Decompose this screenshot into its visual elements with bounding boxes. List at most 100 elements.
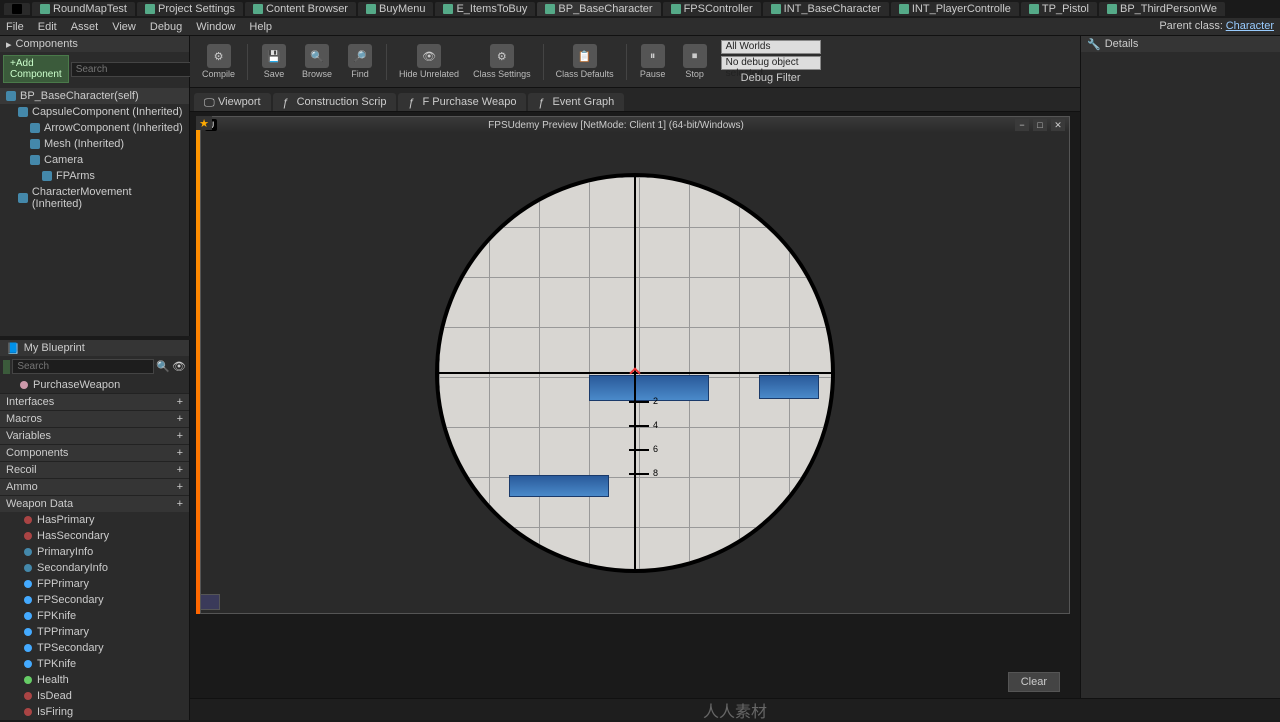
worlds-dropdown[interactable]: All Worlds — [721, 40, 821, 54]
menu-window[interactable]: Window — [196, 21, 235, 33]
component-item[interactable]: CapsuleComponent (Inherited) — [0, 104, 189, 120]
component-root[interactable]: BP_BaseCharacter(self) — [0, 88, 189, 104]
variable-item[interactable]: FPSecondary — [0, 592, 189, 608]
asset-tab[interactable]: BuyMenu — [358, 2, 433, 16]
asset-icon — [253, 4, 263, 14]
section-header[interactable]: Weapon Data+ — [0, 495, 189, 512]
variable-item[interactable]: PrimaryInfo — [0, 544, 189, 560]
blueprint-search[interactable] — [12, 359, 154, 374]
variable-item[interactable]: HasPrimary — [0, 512, 189, 528]
hide-unrelated-button[interactable]: 👁Hide Unrelated — [393, 42, 465, 81]
asset-tabs: RoundMapTestProject SettingsContent Brow… — [0, 0, 1280, 18]
variable-item[interactable]: Health — [0, 672, 189, 688]
editor-tab[interactable]: ƒEvent Graph — [528, 93, 624, 111]
editor-tab[interactable]: ƒConstruction Scrip — [273, 93, 397, 111]
add-icon[interactable]: + — [177, 464, 183, 476]
asset-tab[interactable]: BP_ThirdPersonWe — [1099, 2, 1225, 16]
section-header[interactable]: Variables+ — [0, 427, 189, 444]
ue-logo-tab[interactable] — [4, 3, 30, 15]
components-header[interactable]: ▸ Components — [0, 36, 189, 52]
section-header[interactable]: Macros+ — [0, 410, 189, 427]
preview-titlebar[interactable]: U FPSUdemy Preview [NetMode: Client 1] (… — [201, 117, 1069, 133]
class-settings-button[interactable]: ⚙Class Settings — [467, 42, 537, 81]
variable-item[interactable]: SecondaryInfo — [0, 560, 189, 576]
eye-icon[interactable]: 👁 — [172, 360, 186, 373]
stop-button[interactable]: ⏹Stop — [675, 42, 715, 81]
function-label: PurchaseWeapon — [33, 379, 120, 391]
menubar: File Edit Asset View Debug Window Help — [0, 18, 1280, 36]
browse-button[interactable]: 🔍Browse — [296, 42, 338, 81]
add-icon[interactable]: + — [177, 413, 183, 425]
component-item[interactable]: Camera — [0, 152, 189, 168]
asset-tab[interactable]: TP_Pistol — [1021, 2, 1097, 16]
maximize-button[interactable]: □ — [1033, 119, 1047, 131]
component-item[interactable]: FPArms — [0, 168, 189, 184]
variable-item[interactable]: TPPrimary — [0, 624, 189, 640]
asset-tab[interactable]: FPSController — [663, 2, 761, 16]
output-log-icon[interactable] — [200, 594, 220, 610]
editor-tab[interactable]: ƒF Purchase Weapo — [398, 93, 526, 111]
variable-item[interactable]: IsDead — [0, 688, 189, 704]
find-icon: 🔎 — [348, 44, 372, 68]
menu-asset[interactable]: Asset — [71, 21, 99, 33]
asset-tab[interactable]: INT_BaseCharacter — [763, 2, 889, 16]
section-header[interactable]: Components+ — [0, 444, 189, 461]
pause-button[interactable]: ⏸Pause — [633, 42, 673, 81]
variable-item[interactable]: IsFiring — [0, 704, 189, 720]
component-item[interactable]: Mesh (Inherited) — [0, 136, 189, 152]
class-defaults-icon: 📋 — [573, 44, 597, 68]
component-label: Mesh (Inherited) — [44, 138, 124, 150]
class-defaults-button[interactable]: 📋Class Defaults — [550, 42, 620, 81]
asset-tab[interactable]: RoundMapTest — [32, 2, 135, 16]
variable-item[interactable]: TPKnife — [0, 656, 189, 672]
minimize-button[interactable]: − — [1015, 119, 1029, 131]
add-new-button[interactable] — [3, 360, 10, 374]
game-viewport[interactable]: 2468 — [201, 133, 1069, 613]
add-icon[interactable]: + — [177, 481, 183, 493]
editor-tab[interactable]: 🖵Viewport — [194, 93, 271, 111]
component-icon — [30, 155, 40, 165]
menu-edit[interactable]: Edit — [38, 21, 57, 33]
variable-item[interactable]: TPSecondary — [0, 640, 189, 656]
section-header[interactable]: Recoil+ — [0, 461, 189, 478]
find-button[interactable]: 🔎Find — [340, 42, 380, 81]
asset-tab[interactable]: Content Browser — [245, 2, 356, 16]
my-blueprint-header[interactable]: 📘 My Blueprint — [0, 340, 189, 356]
variable-item[interactable]: FPKnife — [0, 608, 189, 624]
component-label: ArrowComponent (Inherited) — [44, 122, 183, 134]
save-button[interactable]: 💾Save — [254, 42, 294, 81]
section-header[interactable]: Interfaces+ — [0, 393, 189, 410]
add-icon[interactable]: + — [177, 396, 183, 408]
details-header[interactable]: 🔧 Details — [1081, 36, 1280, 52]
toolbar-separator — [247, 44, 248, 80]
add-icon[interactable]: + — [177, 498, 183, 510]
add-icon[interactable]: + — [177, 430, 183, 442]
variable-item[interactable]: HasSecondary — [0, 528, 189, 544]
toolbar-label: Stop — [685, 69, 704, 79]
add-component-button[interactable]: +Add Component — [3, 55, 69, 83]
clear-button[interactable]: Clear — [1008, 672, 1060, 692]
component-item[interactable]: ArrowComponent (Inherited) — [0, 120, 189, 136]
close-button[interactable]: ✕ — [1051, 119, 1065, 131]
add-icon[interactable]: + — [177, 447, 183, 459]
asset-tab[interactable]: E_ItemsToBuy — [435, 2, 535, 16]
details-title: Details — [1105, 38, 1139, 50]
search-icon[interactable]: 🔍 — [156, 360, 170, 373]
component-label: CapsuleComponent (Inherited) — [32, 106, 182, 118]
asset-tab[interactable]: BP_BaseCharacter — [537, 2, 660, 16]
variable-item[interactable]: FPPrimary — [0, 576, 189, 592]
asset-tab[interactable]: INT_PlayerControlle — [891, 2, 1019, 16]
asset-tab[interactable]: Project Settings — [137, 2, 243, 16]
parent-class-link[interactable]: Character — [1226, 20, 1274, 32]
menu-debug[interactable]: Debug — [150, 21, 182, 33]
section-header[interactable]: Ammo+ — [0, 478, 189, 495]
tab-icon: ƒ — [538, 97, 548, 107]
menu-help[interactable]: Help — [249, 21, 272, 33]
component-item[interactable]: CharacterMovement (Inherited) — [0, 184, 189, 212]
menu-file[interactable]: File — [6, 21, 24, 33]
crate-1 — [589, 375, 709, 401]
menu-view[interactable]: View — [112, 21, 136, 33]
function-item[interactable]: PurchaseWeapon — [0, 377, 189, 393]
compile-button[interactable]: ⚙Compile — [196, 42, 241, 81]
debug-object-dropdown[interactable]: No debug object selected — [721, 56, 821, 70]
